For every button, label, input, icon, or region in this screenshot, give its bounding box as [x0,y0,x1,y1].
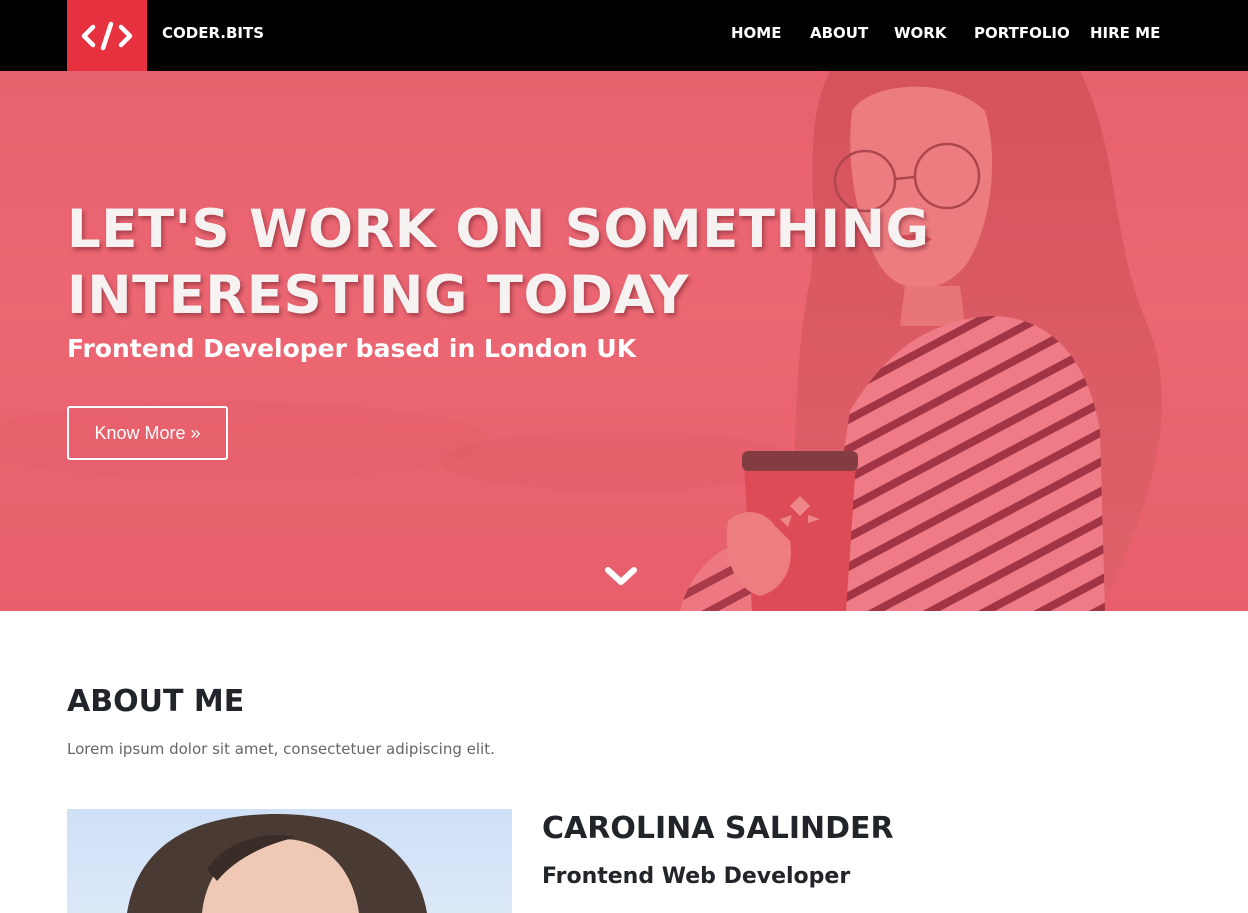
chevron-down-icon[interactable] [604,565,638,589]
nav-item-work[interactable]: WORK [894,24,946,42]
know-more-button[interactable]: Know More » [67,406,228,460]
hero-title-line-1: LET'S WORK ON SOMETHING [67,199,930,260]
nav-item-portfolio[interactable]: PORTFOLIO [974,24,1070,42]
navbar: CODER.BITS HOME ABOUT WORK PORTFOLIO HIR… [0,0,1248,71]
nav-menu: HOME ABOUT WORK PORTFOLIO HIRE ME [0,24,1248,48]
profile-photo-image [127,814,427,913]
profile-name: CAROLINA SALINDER [542,811,894,846]
hero-title: LET'S WORK ON SOMETHING INTERESTING TODA… [67,197,947,329]
hero-subtitle: Frontend Developer based in London UK [67,334,637,363]
nav-item-home[interactable]: HOME [731,24,781,42]
hero-title-line-2: INTERESTING TODAY [67,265,689,326]
nav-item-hire-me[interactable]: HIRE ME [1090,24,1160,42]
about-intro-text: Lorem ipsum dolor sit amet, consectetuer… [67,740,495,758]
profile-role: Frontend Web Developer [542,864,851,889]
hero-section: LET'S WORK ON SOMETHING INTERESTING TODA… [0,71,1248,611]
nav-item-about[interactable]: ABOUT [810,24,868,42]
about-heading: ABOUT ME [67,684,245,719]
profile-photo [67,809,512,913]
